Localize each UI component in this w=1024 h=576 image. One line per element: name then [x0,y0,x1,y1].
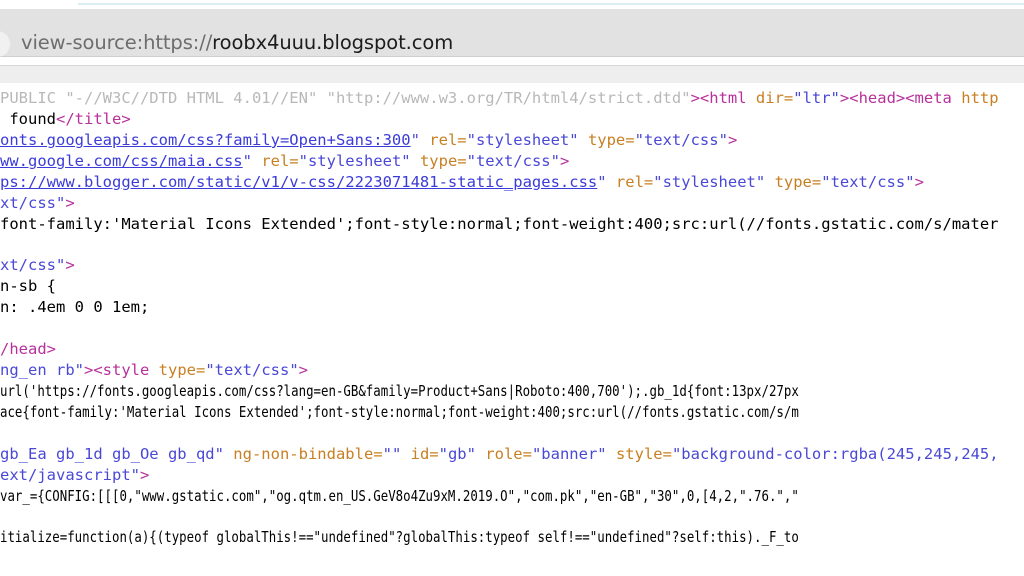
source-token: "text/css" [467,152,560,170]
line-gb-banner: gb_Ea gb_1d gb_Oe gb_qd" ng-non-bindable… [0,444,999,464]
source-token: " [597,173,616,191]
source-token: > [299,361,308,379]
url-host-text: roobx4uuu.blogspot.com [212,31,453,54]
source-token: "text/css" [635,131,728,149]
source-token: > [560,152,569,170]
source-token: " [411,131,430,149]
tab-strip-edge [78,3,1024,5]
line-importurl: url('https://fonts.googleapis.com/css?la… [0,381,799,401]
source-token: itialize=function(a){(typeof globalThis!… [0,528,799,546]
address-bar-url[interactable]: view-source:https://roobx4uuu.blogspot.c… [21,22,453,62]
source-token: url('https://fonts.googleapis.com/css?la… [0,382,799,400]
source-token: " [243,152,262,170]
line-link-opensans: onts.googleapis.com/css?family=Open+Sans… [0,130,737,150]
source-token: ng-non-bindable= [233,445,382,463]
source-token: type= [159,361,206,379]
source-token: id= [411,445,439,463]
line-link-blogger: ps://www.blogger.com/static/v1/v-css/222… [0,172,924,192]
source-token: found [0,110,56,128]
source-token: var_={CONFIG:[[[0,"www.gstatic.com","og.… [0,487,799,505]
source-token: > [65,194,74,212]
nav-button-icon[interactable] [0,31,10,57]
source-token: PUBLIC "-//W3C//DTD HTML 4.01//EN" "http… [0,89,691,107]
source-token: > [691,89,700,107]
line-title: found</title> [0,109,131,129]
view-source-content[interactable]: PUBLIC "-//W3C//DTD HTML 4.01//EN" "http… [0,83,1024,576]
source-token: ext/javascript" [0,466,140,484]
source-token: role= [485,445,532,463]
line-margin: n: .4em 0 0 1em; [0,297,149,317]
source-token: "" [383,445,411,463]
source-token: font-family:'Material Icons Extended';fo… [0,215,999,233]
source-token: dir= [756,89,793,107]
source-token: ace{font-family:'Material Icons Extended… [0,403,799,421]
source-token: xt/css" [0,194,65,212]
source-view-header-band [0,65,1024,84]
line-selector-sb: n-sb { [0,276,56,296]
source-token: "gb" [439,445,486,463]
source-token: /head> [0,340,56,358]
source-token: "background-color:rgba(245,245,245, [672,445,999,463]
source-token: <html [700,89,756,107]
address-bar[interactable]: view-source:https://roobx4uuu.blogspot.c… [0,22,1024,62]
source-token: "banner" [532,445,616,463]
source-link[interactable]: ps://www.blogger.com/static/v1/v-css/222… [0,173,597,191]
line-head-close: /head> [0,339,56,359]
source-token: type= [420,152,467,170]
source-token: </title> [56,110,131,128]
browser-toolbar: view-source:https://roobx4uuu.blogspot.c… [0,9,1024,57]
source-token: "ltr" [793,89,840,107]
source-token: > [65,256,74,274]
source-token: style= [616,445,672,463]
line-doctype: PUBLIC "-//W3C//DTD HTML 4.01//EN" "http… [0,88,999,108]
source-token: "stylesheet" [653,173,774,191]
source-token: n: .4em 0 0 1em; [0,298,149,316]
source-token: ><style [84,361,159,379]
source-token: > [915,173,924,191]
source-token: "text/css" [205,361,298,379]
source-token: > [728,131,737,149]
source-link[interactable]: onts.googleapis.com/css?family=Open+Sans… [0,131,411,149]
source-token: rel= [261,152,298,170]
url-scheme-text: view-source:https:// [21,31,212,54]
line-script-type: ext/javascript"> [0,465,149,485]
source-token: "text/css" [821,173,914,191]
line-initialize: itialize=function(a){(typeof globalThis!… [0,527,799,547]
source-token: ><head><meta [840,89,961,107]
source-token: rel= [429,131,466,149]
source-token: http [961,89,998,107]
source-token: gb_Ea gb_1d gb_Oe gb_qd" [0,445,233,463]
source-token: xt/css" [0,256,65,274]
source-token: type= [588,131,635,149]
line-config: var_={CONFIG:[[[0,"www.gstatic.com","og.… [0,486,799,506]
toolbar-gap [0,57,1024,65]
source-token: n-sb { [0,277,56,295]
line-style-open: ng_en rb"><style type="text/css"> [0,360,308,380]
line-fontface-1: font-family:'Material Icons Extended';fo… [0,214,999,234]
source-token: > [140,466,149,484]
source-token: "stylesheet" [467,131,588,149]
source-token: rel= [616,173,653,191]
line-textcss-1: xt/css"> [0,193,75,213]
source-link[interactable]: ww.google.com/css/maia.css [0,152,243,170]
line-fontface-2: ace{font-family:'Material Icons Extended… [0,402,799,422]
line-textcss-2: xt/css"> [0,255,75,275]
source-token: "stylesheet" [299,152,420,170]
source-token: type= [775,173,822,191]
source-token: ng_en rb" [0,361,84,379]
line-link-maia: ww.google.com/css/maia.css" rel="stylesh… [0,151,569,171]
